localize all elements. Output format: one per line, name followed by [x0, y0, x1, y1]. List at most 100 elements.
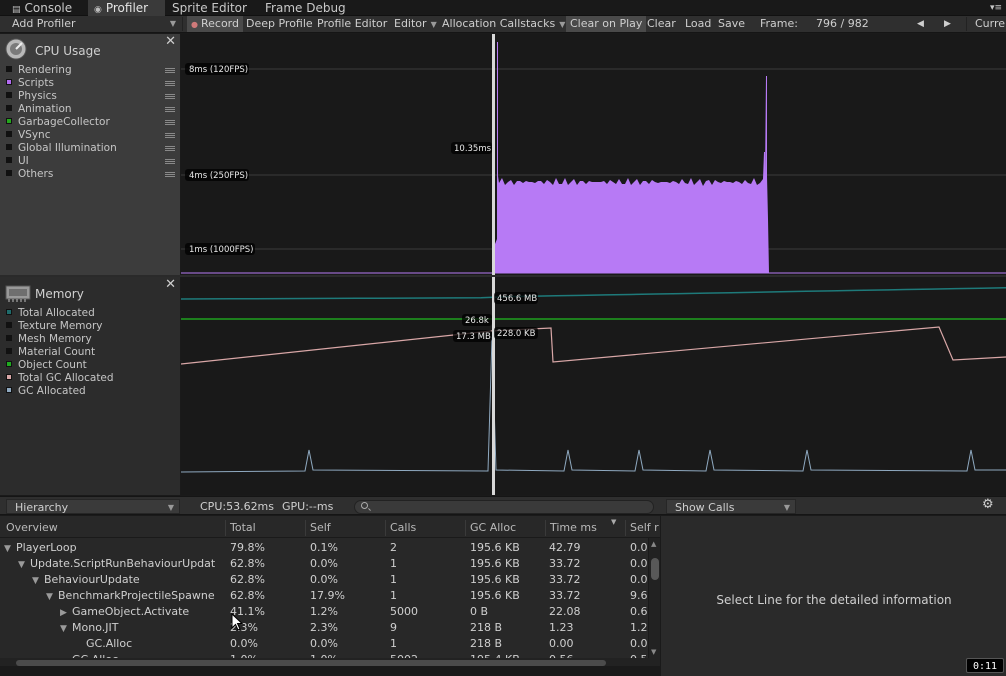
expanded-arrow-icon[interactable]: ▼: [4, 541, 14, 557]
add-profiler-dropdown[interactable]: Add Profiler ▼: [8, 16, 180, 32]
scroll-up-icon[interactable]: ▲: [651, 540, 656, 548]
cpu-legend-item[interactable]: GarbageCollector: [6, 116, 175, 129]
column-header-self[interactable]: Self: [305, 520, 385, 536]
legend-color-swatch[interactable]: [6, 361, 12, 367]
table-row[interactable]: GC.Alloc 0.0% 0.0% 1 218 B 0.00 0.0: [0, 636, 648, 652]
memory-legend-item[interactable]: Material Count: [6, 346, 114, 359]
memory-legend-item[interactable]: Object Count: [6, 359, 114, 372]
legend-color-swatch[interactable]: [6, 79, 12, 85]
clear-button[interactable]: Clear: [643, 16, 680, 32]
expanded-arrow-icon[interactable]: ▼: [32, 573, 42, 589]
drag-handle-icon[interactable]: [165, 94, 175, 99]
memory-legend-item[interactable]: Total Allocated: [6, 307, 114, 320]
scroll-down-icon[interactable]: ▼: [651, 648, 656, 656]
tab-profiler[interactable]: ◉ Profiler: [88, 0, 165, 16]
drag-handle-icon[interactable]: [165, 172, 175, 177]
legend-color-swatch[interactable]: [6, 170, 12, 176]
collapsed-arrow-icon[interactable]: ▶: [60, 605, 70, 621]
cpu-legend-item[interactable]: UI: [6, 155, 175, 168]
tab-frame-debug[interactable]: Frame Debug: [259, 0, 352, 16]
drag-handle-icon[interactable]: [165, 133, 175, 138]
cpu-legend-item[interactable]: Animation: [6, 103, 175, 116]
horizontal-scrollbar[interactable]: [0, 658, 660, 666]
memory-graph-canvas[interactable]: 456.6 MB 26.8k 17.3 MB 228.0 KB: [180, 277, 1006, 495]
drag-handle-icon[interactable]: [165, 107, 175, 112]
legend-color-swatch[interactable]: [6, 157, 12, 163]
legend-color-swatch[interactable]: [6, 374, 12, 380]
table-row[interactable]: ▼ BenchmarkProjectileSpawne 62.8% 17.9% 1 195…: [0, 588, 648, 604]
cpu-usage-panel[interactable]: CPU Usage ✕ Rendering Scripts Physics Anima…: [0, 34, 181, 275]
cpu-legend-item[interactable]: Global Illumination: [6, 142, 175, 155]
drag-handle-icon[interactable]: [165, 159, 175, 164]
search-input[interactable]: [354, 500, 654, 514]
profile-editor-button[interactable]: Profile Editor: [313, 16, 391, 32]
memory-graph[interactable]: 456.6 MB 26.8k 17.3 MB 228.0 KB: [180, 277, 1006, 495]
frame-selection-line[interactable]: [492, 34, 495, 275]
cpu-legend-item[interactable]: VSync: [6, 129, 175, 142]
memory-legend-item[interactable]: Texture Memory: [6, 320, 114, 333]
column-header-total[interactable]: Total: [225, 520, 305, 536]
vertical-scrollbar[interactable]: ▲ ▼: [648, 538, 660, 658]
legend-color-swatch[interactable]: [6, 92, 12, 98]
frame-selection-line[interactable]: [492, 277, 495, 495]
column-header-self-ms[interactable]: Self r: [625, 520, 660, 536]
record-button[interactable]: ● Record: [187, 16, 243, 32]
drag-handle-icon[interactable]: [165, 68, 175, 73]
column-header-calls[interactable]: Calls: [385, 520, 465, 536]
gear-icon[interactable]: ⚙: [982, 497, 994, 512]
legend-color-swatch[interactable]: [6, 322, 12, 328]
deep-profile-button[interactable]: Deep Profile: [242, 16, 317, 32]
load-button[interactable]: Load: [681, 16, 715, 32]
clear-on-play-toggle[interactable]: Clear on Play: [566, 16, 647, 32]
column-header-gc-alloc[interactable]: GC Alloc: [465, 520, 545, 536]
legend-color-swatch[interactable]: [6, 309, 12, 315]
save-button[interactable]: Save: [714, 16, 749, 32]
allocation-callstacks-dropdown[interactable]: Allocation Callstacks ▼: [438, 16, 569, 32]
chevron-down-icon: ▼: [783, 503, 790, 512]
legend-color-swatch[interactable]: [6, 131, 12, 137]
cpu-graph-canvas[interactable]: 8ms (120FPS) 4ms (250FPS) 1ms (1000FPS) …: [181, 34, 1006, 275]
cpu-legend-item[interactable]: Rendering: [6, 64, 175, 77]
cpu-legend-item[interactable]: Scripts: [6, 77, 175, 90]
next-frame-icon[interactable]: ▶: [940, 16, 955, 32]
scrollbar-thumb[interactable]: [651, 558, 659, 580]
table-row[interactable]: ▼ PlayerLoop 79.8% 0.1% 2 195.6 KB 42.79 0.0: [0, 540, 648, 556]
memory-legend-item[interactable]: GC Allocated: [6, 385, 114, 398]
drag-handle-icon[interactable]: [165, 81, 175, 86]
drag-handle-icon[interactable]: [165, 146, 175, 151]
cpu-legend-item[interactable]: Others: [6, 168, 175, 181]
tab-sprite-editor[interactable]: Sprite Editor: [166, 0, 253, 16]
close-icon[interactable]: ✕: [165, 277, 176, 292]
svg-text:1ms (1000FPS): 1ms (1000FPS): [189, 245, 254, 255]
legend-color-swatch[interactable]: [6, 105, 12, 111]
legend-color-swatch[interactable]: [6, 66, 12, 72]
legend-color-swatch[interactable]: [6, 335, 12, 341]
show-calls-dropdown[interactable]: Show Calls ▼: [666, 499, 796, 514]
legend-color-swatch[interactable]: [6, 348, 12, 354]
cpu-legend-item[interactable]: Physics: [6, 90, 175, 103]
cpu-usage-graph[interactable]: 8ms (120FPS) 4ms (250FPS) 1ms (1000FPS) …: [181, 34, 1006, 275]
column-header-overview[interactable]: Overview: [2, 520, 224, 536]
table-row[interactable]: ▶ GameObject.Activate 41.1% 1.2% 5000 0 B 22.0…: [0, 604, 648, 620]
expanded-arrow-icon[interactable]: ▼: [18, 557, 28, 573]
scrollbar-thumb[interactable]: [16, 660, 606, 666]
view-mode-dropdown[interactable]: Hierarchy ▼: [6, 499, 180, 514]
current-frame-button[interactable]: Current: [971, 16, 1006, 32]
memory-panel[interactable]: Memory ✕ Total Allocated Texture Memory Me…: [0, 277, 181, 495]
memory-legend-item[interactable]: Mesh Memory: [6, 333, 114, 346]
legend-color-swatch[interactable]: [6, 144, 12, 150]
window-menu-icon[interactable]: ▾≡: [984, 0, 1006, 16]
drag-handle-icon[interactable]: [165, 120, 175, 125]
tab-console[interactable]: ▤ Console: [6, 0, 78, 16]
table-row[interactable]: ▼ Mono.JIT 2.3% 2.3% 9 218 B 1.23 1.2: [0, 620, 648, 636]
table-row[interactable]: ▼ Update.ScriptRunBehaviourUpdat 62.8% 0.0%…: [0, 556, 648, 572]
table-row[interactable]: ▼ BehaviourUpdate 62.8% 0.0% 1 195.6 KB 33.72 0…: [0, 572, 648, 588]
memory-legend-item[interactable]: Total GC Allocated: [6, 372, 114, 385]
expanded-arrow-icon[interactable]: ▼: [46, 589, 56, 605]
editor-dropdown[interactable]: Editor ▼: [390, 16, 441, 32]
legend-color-swatch[interactable]: [6, 387, 12, 393]
previous-frame-icon[interactable]: ◀: [913, 16, 928, 32]
expanded-arrow-icon[interactable]: ▼: [60, 621, 70, 637]
legend-color-swatch[interactable]: [6, 118, 12, 124]
close-icon[interactable]: ✕: [165, 34, 176, 49]
